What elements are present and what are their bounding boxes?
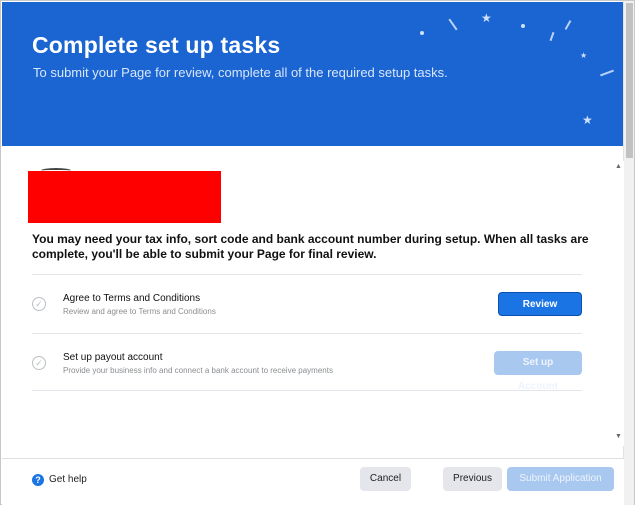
- page-scrollbar[interactable]: [623, 1, 634, 505]
- confetti-line-icon: [600, 69, 614, 77]
- confetti-line-icon: [564, 20, 572, 30]
- task-description: Review and agree to Terms and Conditions: [63, 307, 216, 316]
- redacted-block: [28, 171, 221, 223]
- confetti-line-icon: [549, 31, 555, 42]
- task-row-terms: ✓ Agree to Terms and Conditions Review a…: [32, 274, 582, 334]
- submit-application-button[interactable]: Submit Application: [507, 467, 614, 491]
- task-description: Provide your business info and connect a…: [63, 366, 333, 375]
- check-circle-icon: ✓: [32, 297, 46, 311]
- star-icon: ★: [580, 51, 588, 60]
- header-banner: Complete set up tasks To submit your Pag…: [2, 2, 624, 146]
- previous-button[interactable]: Previous: [443, 467, 502, 491]
- scroll-up-icon[interactable]: ▲: [614, 163, 623, 171]
- task-row-payout: ✓ Set up payout account Provide your bus…: [32, 333, 582, 392]
- review-terms-button[interactable]: Review Terms: [498, 292, 582, 334]
- content-scrollbar[interactable]: ▲ ▼: [613, 161, 624, 446]
- check-circle-icon: ✓: [32, 356, 46, 370]
- cancel-button[interactable]: Cancel: [360, 467, 411, 491]
- dialog-window: Complete set up tasks To submit your Pag…: [0, 0, 635, 505]
- confetti-dot-icon: [521, 24, 525, 28]
- intro-text: You may need your tax info, sort code an…: [32, 232, 589, 261]
- confetti-line-icon: [448, 18, 458, 31]
- dialog-footer: ? Get help Cancel Previous Submit Applic…: [2, 458, 624, 505]
- star-icon: ★: [582, 113, 593, 127]
- star-icon: ★: [481, 11, 492, 25]
- task-title: Set up payout account: [63, 352, 163, 363]
- set-up-account-button[interactable]: Set up Account: [494, 351, 582, 392]
- task-title: Agree to Terms and Conditions: [63, 293, 201, 304]
- page-title: Complete set up tasks: [32, 32, 281, 58]
- scroll-down-icon[interactable]: ▼: [614, 433, 623, 441]
- confetti-dot-icon: [420, 31, 424, 35]
- page-scrollbar-thumb[interactable]: [626, 3, 633, 158]
- question-circle-icon[interactable]: ?: [32, 474, 44, 486]
- get-help-link[interactable]: Get help: [49, 474, 87, 485]
- page-subtitle: To submit your Page for review, complete…: [33, 65, 448, 80]
